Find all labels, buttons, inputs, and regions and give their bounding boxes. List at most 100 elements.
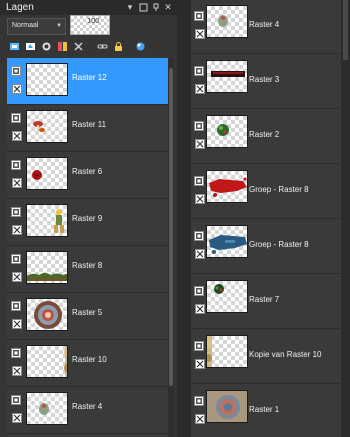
visibility-icon[interactable]: [11, 301, 21, 311]
panel-title: Lagen: [6, 2, 34, 13]
layer-thumbnail: [26, 110, 68, 143]
right-scrollbar[interactable]: [341, 0, 350, 437]
layer-link-icon[interactable]: [195, 29, 205, 39]
blend-mode-value: Normaal: [12, 22, 39, 29]
layer-link-icon[interactable]: [12, 319, 22, 329]
layer-thumbnail: [26, 63, 68, 96]
layer-name: Raster 9: [72, 214, 103, 223]
dropdown-icon[interactable]: ▾: [124, 1, 136, 13]
layer-thumbnail: [26, 204, 68, 237]
layer-row-raster-12[interactable]: Raster 12: [7, 58, 168, 105]
layer-thumbnail: [206, 115, 248, 148]
new-raster-layer-icon[interactable]: [8, 40, 21, 53]
layer-link-icon[interactable]: [195, 359, 205, 369]
layer-row-raster-7[interactable]: Raster 7: [191, 275, 341, 329]
adjustment-layer-icon[interactable]: [56, 40, 69, 53]
layer-row-raster-3[interactable]: Raster 3: [191, 55, 341, 109]
layers-scrollbar[interactable]: [168, 58, 174, 437]
visibility-icon[interactable]: [11, 207, 21, 217]
layer-row-raster-1[interactable]: Raster 1: [191, 385, 341, 437]
layer-name: Raster 5: [72, 308, 103, 317]
restore-icon[interactable]: [137, 1, 149, 13]
visibility-icon[interactable]: [11, 395, 21, 405]
opacity-field[interactable]: 100: [70, 15, 110, 35]
layer-link-icon[interactable]: [195, 194, 205, 204]
layer-name: Raster 4: [72, 402, 103, 411]
layer-thumbnail: [206, 5, 248, 38]
delete-layer-icon[interactable]: [72, 40, 85, 53]
layer-style-icon[interactable]: [134, 40, 147, 53]
layer-link-icon[interactable]: [195, 249, 205, 259]
layer-row-raster-5[interactable]: Raster 5: [7, 293, 168, 340]
layer-row-raster-10[interactable]: Raster 10: [7, 340, 168, 387]
layer-thumbnail: [206, 170, 248, 203]
new-vector-layer-icon[interactable]: [24, 40, 37, 53]
layer-row-groep-raster-8-b[interactable]: Groep - Raster 8: [191, 220, 341, 274]
blend-mode-select[interactable]: Normaal ▼: [7, 18, 66, 35]
layers-list: Raster 12 Raster 11 Raster 6 Raster 9 Ra…: [7, 58, 168, 437]
visibility-icon[interactable]: [194, 286, 204, 296]
layer-thumbnail: [26, 345, 68, 378]
layer-name: Raster 1: [249, 405, 280, 414]
panel-titlebar: Lagen ▾ ✕: [0, 0, 177, 15]
layer-name: Raster 7: [249, 295, 280, 304]
layer-link-icon[interactable]: [195, 304, 205, 314]
layer-name: Raster 10: [72, 355, 107, 364]
link-icon[interactable]: [96, 40, 109, 53]
visibility-icon[interactable]: [194, 231, 204, 241]
opacity-value: 100: [87, 18, 99, 25]
layer-thumbnail: [206, 390, 248, 423]
layer-link-icon[interactable]: [195, 414, 205, 424]
panel-divider: [177, 0, 191, 437]
new-mask-layer-icon[interactable]: [40, 40, 53, 53]
pin-icon[interactable]: [150, 1, 162, 13]
visibility-icon[interactable]: [194, 176, 204, 186]
layer-link-icon[interactable]: [12, 366, 22, 376]
layer-name: Raster 4: [249, 20, 280, 29]
layer-link-icon[interactable]: [195, 84, 205, 94]
layer-name: Raster 8: [72, 261, 103, 270]
visibility-icon[interactable]: [11, 113, 21, 123]
layer-row-groep-raster-8-a[interactable]: Groep - Raster 8: [191, 165, 341, 219]
layer-link-icon[interactable]: [12, 131, 22, 141]
layers-window: Lagen ▾ ✕ Normaal ▼ 100 Raster 12 Raster…: [0, 0, 350, 437]
layer-thumbnail: [26, 251, 68, 284]
visibility-icon[interactable]: [194, 396, 204, 406]
layer-link-icon[interactable]: [12, 225, 22, 235]
layers-panel: Lagen ▾ ✕ Normaal ▼ 100 Raster 12 Raster…: [0, 0, 177, 437]
layer-thumbnail: [206, 225, 248, 258]
layer-name: Raster 6: [72, 167, 103, 176]
layer-row-raster-8[interactable]: Raster 8: [7, 246, 168, 293]
layer-link-icon[interactable]: [12, 178, 22, 188]
layer-thumbnail: [206, 60, 248, 93]
visibility-icon[interactable]: [194, 121, 204, 131]
layer-row-raster-9[interactable]: Raster 9: [7, 199, 168, 246]
layer-row-raster-6[interactable]: Raster 6: [7, 152, 168, 199]
close-icon[interactable]: ✕: [162, 1, 174, 13]
layer-row-raster-2[interactable]: Raster 2: [191, 110, 341, 164]
layer-name: Raster 2: [249, 130, 280, 139]
visibility-icon[interactable]: [11, 348, 21, 358]
layer-row-raster-4[interactable]: Raster 4: [191, 0, 341, 54]
layer-link-icon[interactable]: [12, 84, 22, 94]
layer-row-raster-4[interactable]: Raster 4: [7, 387, 168, 434]
layer-row-kopie-van-raster-10[interactable]: Kopie van Raster 10: [191, 330, 341, 384]
scrollbar-thumb[interactable]: [343, 0, 348, 60]
layer-row-raster-11[interactable]: Raster 11: [7, 105, 168, 152]
visibility-icon[interactable]: [194, 11, 204, 21]
visibility-icon[interactable]: [194, 341, 204, 351]
layer-link-icon[interactable]: [12, 272, 22, 282]
visibility-icon[interactable]: [11, 160, 21, 170]
visibility-icon[interactable]: [11, 254, 21, 264]
layer-link-icon[interactable]: [195, 139, 205, 149]
layer-thumbnail: [26, 157, 68, 190]
visibility-icon[interactable]: [11, 66, 21, 76]
scrollbar-thumb[interactable]: [169, 68, 173, 386]
layers-list-continued: Raster 4 Raster 3 Raster 2 Groep - Raste…: [191, 0, 350, 437]
lock-icon[interactable]: [112, 40, 125, 53]
visibility-icon[interactable]: [194, 66, 204, 76]
layer-link-icon[interactable]: [12, 413, 22, 423]
chevron-down-icon: ▼: [56, 23, 62, 29]
layer-name: Groep - Raster 8: [249, 185, 309, 194]
layer-toolbar: [0, 40, 177, 56]
